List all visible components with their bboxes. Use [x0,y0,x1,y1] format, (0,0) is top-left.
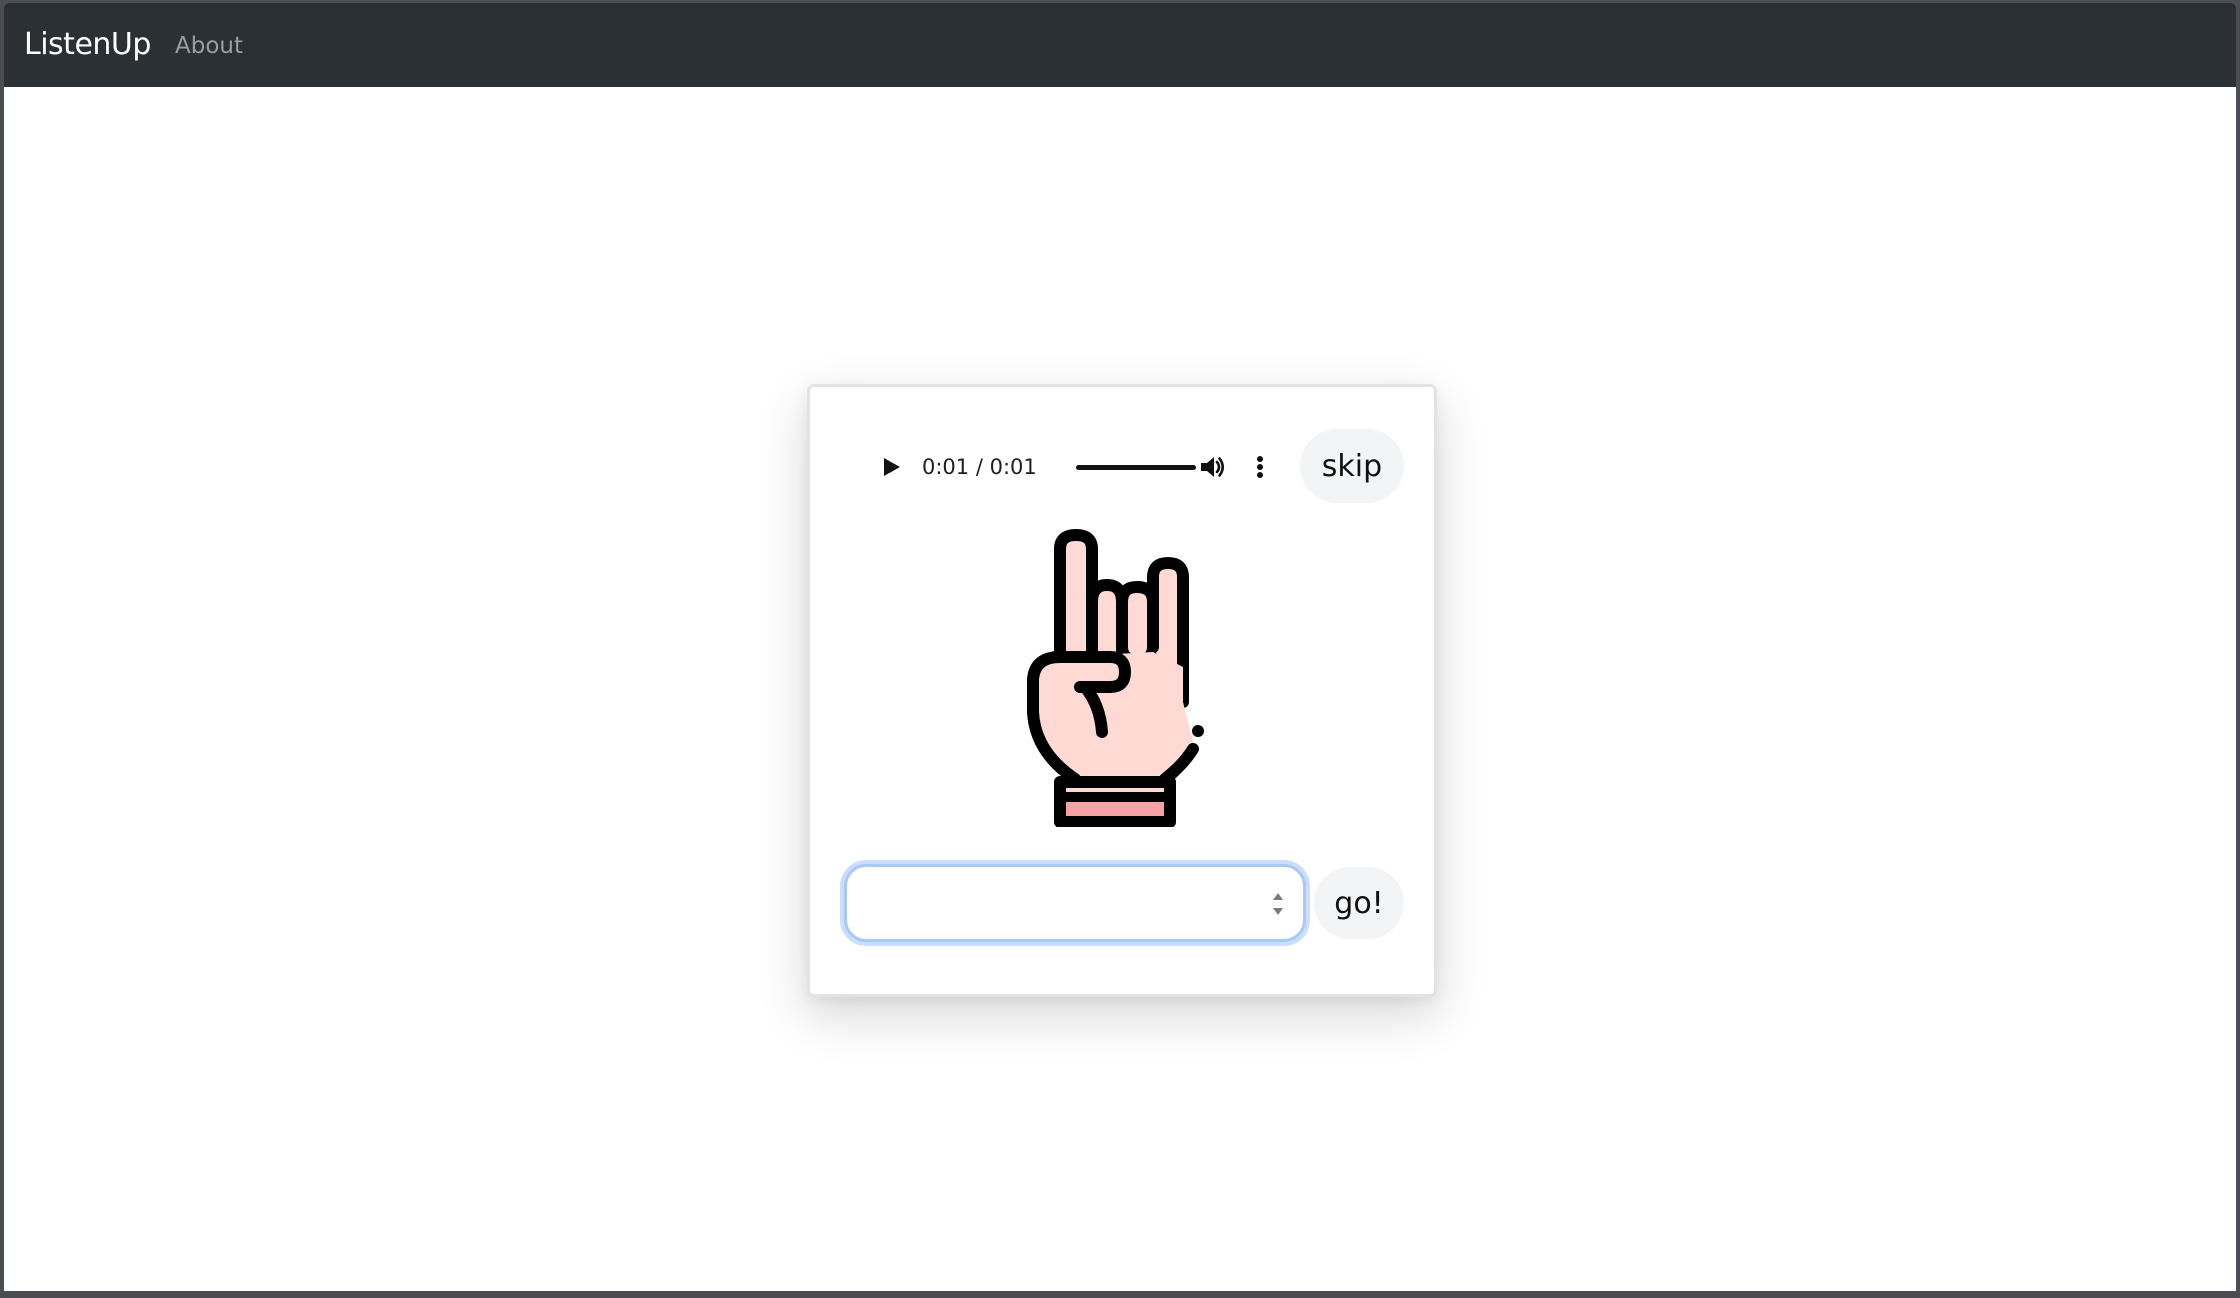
play-icon[interactable] [878,454,904,480]
seek-bar[interactable] [1076,465,1196,470]
quiz-card: 0:01 / 0:01 skip go! [807,384,1437,997]
skip-button[interactable]: skip [1300,429,1404,503]
number-spinner-icon[interactable] [1271,887,1285,921]
audio-player: 0:01 / 0:01 [840,432,1263,502]
more-vertical-icon[interactable] [1245,452,1275,482]
answer-number-input[interactable] [847,867,1303,939]
go-button[interactable]: go! [1314,867,1404,939]
navbar: ListenUp About [4,3,2236,87]
volume-icon[interactable] [1197,452,1227,482]
browser-viewport: ListenUp About 0:01 / 0:01 skip go! [4,3,2236,1291]
rock-hand-icon [1027,529,1204,827]
brand-link[interactable]: ListenUp [24,27,151,62]
answer-input-wrapper [844,864,1306,942]
nav-link-about[interactable]: About [175,33,243,59]
time-display: 0:01 / 0:01 [922,455,1037,479]
